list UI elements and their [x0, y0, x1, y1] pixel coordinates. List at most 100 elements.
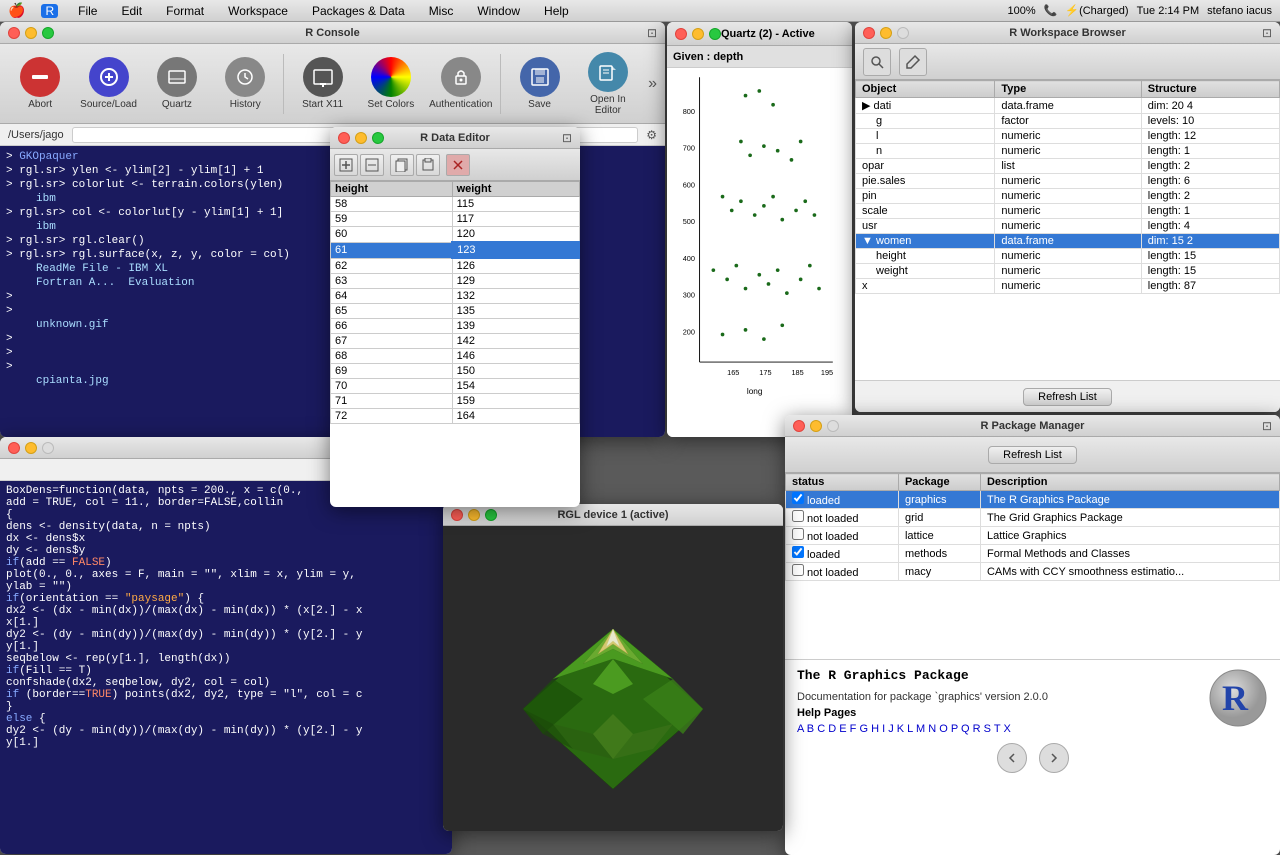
r-editor-body[interactable]: BoxDens=function(data, npts = 200., x = … [0, 481, 452, 854]
minimize-button[interactable] [25, 27, 37, 39]
table-row[interactable]: not loaded grid The Grid Graphics Packag… [786, 509, 1280, 527]
toolbar-more[interactable]: » [648, 75, 657, 93]
gear-icon[interactable]: ⚙ [646, 128, 657, 142]
table-row[interactable]: scale numeric length: 1 [856, 204, 1280, 219]
quartz-close[interactable] [675, 28, 687, 40]
table-row[interactable]: n numeric length: 1 [856, 144, 1280, 159]
pm-alpha-a[interactable]: A [797, 723, 804, 735]
history-button[interactable]: History [213, 53, 277, 114]
pm-close[interactable] [793, 420, 805, 432]
de-add-row-btn[interactable] [334, 154, 358, 176]
start-x11-button[interactable]: Start X11 [290, 53, 354, 114]
table-row[interactable]: g factor levels: 10 [856, 114, 1280, 129]
pm-checkbox[interactable] [792, 510, 804, 522]
table-row[interactable]: 61 123 [331, 242, 580, 258]
wb-zoom-button[interactable] [863, 48, 891, 76]
menu-item-window[interactable]: Window [473, 4, 524, 18]
quartz-button[interactable]: Quartz [145, 53, 209, 114]
de-copy-btn[interactable] [390, 154, 414, 176]
pm-alphabet[interactable]: A B C D E F G H I J K L M N O P [797, 723, 1048, 735]
menu-item-file[interactable]: File [74, 4, 101, 18]
de-max[interactable] [372, 132, 384, 144]
de-traffic-lights[interactable] [338, 132, 384, 144]
rgl-min[interactable] [468, 509, 480, 521]
table-row[interactable]: not loaded lattice Lattice Graphics [786, 527, 1280, 545]
menu-item-misc[interactable]: Misc [425, 4, 458, 18]
de-paste-btn[interactable] [416, 154, 440, 176]
de-add-col-btn[interactable] [360, 154, 384, 176]
table-row[interactable]: 69150 [331, 364, 580, 379]
table-row[interactable]: ▶ dati data.frame dim: 20 4 [856, 98, 1280, 114]
table-row[interactable]: height numeric length: 15 [856, 249, 1280, 264]
table-row[interactable]: 68146 [331, 349, 580, 364]
table-row[interactable]: 71159 [331, 394, 580, 409]
pm-checkbox[interactable] [792, 528, 804, 540]
set-colors-button[interactable]: Set Colors [359, 53, 423, 114]
pm-prev-button[interactable] [997, 743, 1027, 773]
table-row[interactable]: ▼ women data.frame dim: 15 2 [856, 234, 1280, 249]
table-row[interactable]: not loaded macy CAMs with CCY smoothness… [786, 563, 1280, 581]
pm-max[interactable] [827, 420, 839, 432]
menu-item-r[interactable]: R [41, 4, 58, 18]
table-row[interactable]: loaded methods Formal Methods and Classe… [786, 545, 1280, 563]
pm-alpha-p[interactable]: P [951, 723, 958, 735]
table-row[interactable]: pin numeric length: 2 [856, 189, 1280, 204]
pm-checkbox[interactable] [792, 546, 804, 558]
menu-item-edit[interactable]: Edit [117, 4, 146, 18]
wb-traffic-lights[interactable] [863, 27, 909, 39]
quartz-traffic-lights[interactable] [675, 28, 721, 40]
pm-checkbox[interactable] [792, 564, 804, 576]
table-row[interactable]: 72164 [331, 409, 580, 424]
editor-traffic-lights[interactable] [8, 442, 54, 454]
pm-alpha-k[interactable]: K [897, 723, 904, 735]
wb-brush-button[interactable] [899, 48, 927, 76]
pm-traffic-lights[interactable] [793, 420, 839, 432]
pm-refresh-button[interactable]: Refresh List [988, 446, 1077, 464]
de-delete-btn[interactable] [446, 154, 470, 176]
menu-item-workspace[interactable]: Workspace [224, 4, 292, 18]
pm-alpha-h[interactable]: H [871, 723, 879, 735]
table-row[interactable]: 70154 [331, 379, 580, 394]
table-row[interactable]: pie.sales numeric length: 6 [856, 174, 1280, 189]
rgl-traffic-lights[interactable] [451, 509, 497, 521]
menu-item-format[interactable]: Format [162, 4, 208, 18]
pm-alpha-c[interactable]: C [817, 723, 825, 735]
pm-alpha-s[interactable]: S [984, 723, 991, 735]
table-row[interactable]: l numeric length: 12 [856, 129, 1280, 144]
wb-close[interactable] [863, 27, 875, 39]
pm-alpha-q[interactable]: Q [961, 723, 970, 735]
table-row[interactable]: usr numeric length: 4 [856, 219, 1280, 234]
pm-alpha-o[interactable]: O [939, 723, 948, 735]
pm-alpha-j[interactable]: J [888, 723, 894, 735]
pm-checkbox[interactable] [792, 492, 804, 504]
pm-alpha-f[interactable]: F [850, 723, 857, 735]
menu-item-help[interactable]: Help [540, 4, 573, 18]
table-row[interactable]: opar list length: 2 [856, 159, 1280, 174]
save-button[interactable]: Save [507, 53, 571, 114]
pm-alpha-n[interactable]: N [928, 723, 936, 735]
table-row[interactable]: 59117 [331, 212, 580, 227]
pm-alpha-g[interactable]: G [859, 723, 868, 735]
table-row[interactable]: 62126 [331, 258, 580, 274]
pm-alpha-d[interactable]: D [828, 723, 836, 735]
table-row[interactable]: 63129 [331, 274, 580, 289]
de-close[interactable] [338, 132, 350, 144]
pm-alpha-r[interactable]: R [973, 723, 981, 735]
wb-min[interactable] [880, 27, 892, 39]
pm-alpha-x[interactable]: X [1003, 723, 1010, 735]
abort-button[interactable]: Abort [8, 53, 72, 114]
table-row[interactable]: 60120 [331, 227, 580, 243]
table-row[interactable]: 64132 [331, 289, 580, 304]
wb-max[interactable] [897, 27, 909, 39]
pm-min[interactable] [810, 420, 822, 432]
traffic-lights[interactable] [8, 27, 54, 39]
rgl-max[interactable] [485, 509, 497, 521]
quartz-min[interactable] [692, 28, 704, 40]
pm-alpha-l[interactable]: L [907, 723, 913, 735]
apple-menu[interactable]: 🍎 [8, 2, 25, 19]
table-row[interactable]: 58115 [331, 197, 580, 212]
editor-max[interactable] [42, 442, 54, 454]
open-in-editor-button[interactable]: Open In Editor [576, 48, 640, 120]
maximize-button[interactable] [42, 27, 54, 39]
table-row[interactable]: weight numeric length: 15 [856, 264, 1280, 279]
